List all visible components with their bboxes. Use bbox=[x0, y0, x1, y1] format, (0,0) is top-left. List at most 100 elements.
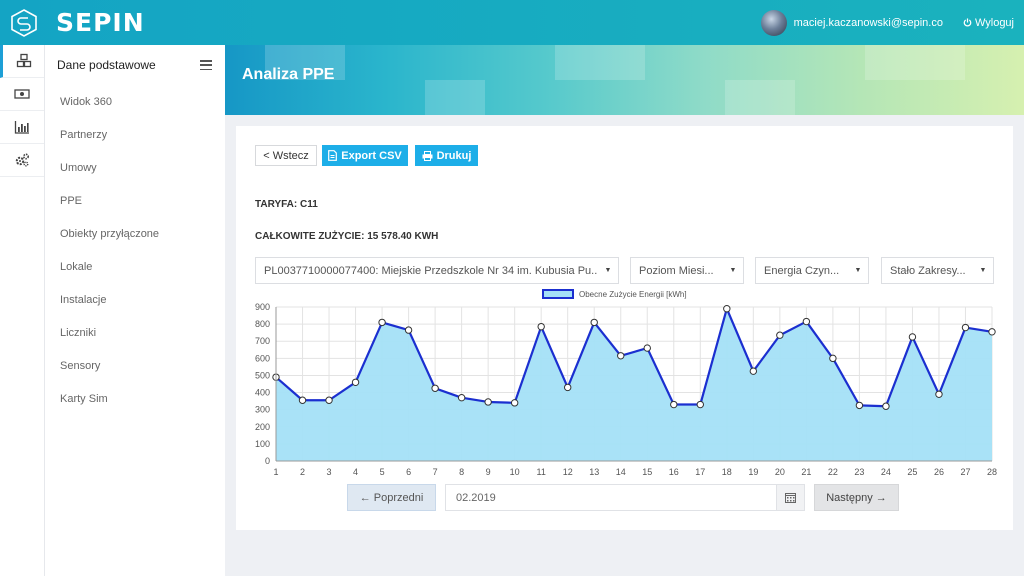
data-point bbox=[564, 383, 572, 392]
x-tick-label: 26 bbox=[934, 467, 944, 477]
x-tick-label: 28 bbox=[987, 467, 997, 477]
y-tick-label: 900 bbox=[255, 302, 270, 312]
data-point bbox=[908, 333, 917, 341]
caret-down-icon: ▼ bbox=[729, 267, 737, 274]
x-tick-label: 25 bbox=[907, 467, 917, 477]
x-tick-label: 20 bbox=[775, 467, 785, 477]
sidebar-title: Dane podstawowe bbox=[57, 58, 156, 72]
caret-down-icon: ▼ bbox=[604, 267, 612, 274]
y-tick-label: 600 bbox=[255, 353, 270, 363]
banner-tile bbox=[425, 80, 485, 115]
y-tick-label: 700 bbox=[255, 336, 270, 346]
sidebar-item-liczniki[interactable]: Liczniki bbox=[45, 316, 225, 349]
sidebar-item-sensory[interactable]: Sensory bbox=[45, 349, 225, 382]
page-title: Analiza PPE bbox=[242, 66, 335, 83]
y-tick-label: 400 bbox=[255, 388, 270, 398]
sidebar-item-ppe[interactable]: PPE bbox=[45, 184, 225, 217]
range-select-value: Stało Zakresy... bbox=[890, 264, 966, 277]
print-label: Drukuj bbox=[436, 149, 472, 162]
x-tick-label: 4 bbox=[353, 467, 358, 477]
y-tick-label: 0 bbox=[265, 456, 270, 466]
page-banner: Analiza PPE bbox=[225, 45, 1024, 115]
level-select[interactable]: Poziom Miesi... ▼ bbox=[630, 257, 744, 284]
data-point bbox=[617, 352, 625, 360]
sidebar-item-obiekty[interactable]: Obiekty przyłączone bbox=[45, 217, 225, 250]
x-tick-label: 5 bbox=[380, 467, 385, 477]
back-button[interactable]: < Wstecz bbox=[255, 145, 317, 166]
month-date-value: 02.2019 bbox=[456, 491, 496, 504]
y-tick-label: 100 bbox=[255, 439, 270, 449]
sidebar-item-umowy[interactable]: Umowy bbox=[45, 151, 225, 184]
x-tick-label: 19 bbox=[748, 467, 758, 477]
print-button[interactable]: Drukuj bbox=[415, 145, 478, 166]
sidebar-item-lokale[interactable]: Lokale bbox=[45, 250, 225, 283]
x-tick-label: 22 bbox=[828, 467, 838, 477]
data-point bbox=[961, 323, 970, 332]
avatar[interactable] bbox=[760, 9, 787, 36]
month-date-input[interactable]: 02.2019 bbox=[445, 484, 805, 511]
user-email[interactable]: maciej.kaczanowski@sepin.co bbox=[794, 17, 943, 29]
brand-name: SEPIN bbox=[56, 8, 145, 37]
export-csv-label: Export CSV bbox=[341, 149, 402, 162]
x-tick-label: 13 bbox=[589, 467, 599, 477]
sidebar-item-karty-sim[interactable]: Karty Sim bbox=[45, 382, 225, 415]
rail-item-structure[interactable] bbox=[0, 45, 44, 78]
logout-button[interactable]: Wyloguj bbox=[963, 17, 1014, 29]
x-tick-label: 8 bbox=[459, 467, 464, 477]
menu-icon[interactable] bbox=[200, 60, 212, 70]
banner-tile bbox=[865, 45, 965, 80]
x-tick-label: 21 bbox=[801, 467, 811, 477]
sidebar-item-widok-360[interactable]: Widok 360 bbox=[45, 85, 225, 118]
previous-button[interactable]: ← Poprzedni bbox=[347, 484, 436, 511]
sidebar-item-partnerzy[interactable]: Partnerzy bbox=[45, 118, 225, 151]
rail-item-settings[interactable] bbox=[0, 144, 44, 177]
series-area bbox=[276, 308, 992, 461]
cubes-icon bbox=[16, 53, 31, 68]
data-point bbox=[484, 398, 492, 406]
rail-item-reports[interactable] bbox=[0, 111, 44, 144]
x-tick-label: 3 bbox=[327, 467, 332, 477]
tariff-text: TARYFA: C11 bbox=[255, 199, 318, 210]
energy-select[interactable]: Energia Czyn... ▼ bbox=[755, 257, 869, 284]
data-point bbox=[404, 326, 413, 334]
energy-select-value: Energia Czyn... bbox=[764, 264, 840, 277]
banner-tile bbox=[725, 80, 795, 115]
data-point bbox=[510, 399, 519, 407]
y-tick-label: 200 bbox=[255, 422, 270, 432]
analysis-card: < Wstecz Export CSV Drukuj TARYFA: C11 C… bbox=[236, 126, 1013, 530]
sidebar-item-instalacje[interactable]: Instalacje bbox=[45, 283, 225, 316]
ppe-select-value: PL0037710000077400: Miejskie Przedszkole… bbox=[264, 264, 598, 277]
data-point bbox=[776, 331, 784, 339]
sidebar-list: Widok 360 Partnerzy Umowy PPE Obiekty pr… bbox=[45, 85, 225, 415]
range-select[interactable]: Stało Zakresy... ▼ bbox=[881, 257, 994, 284]
data-point bbox=[325, 396, 333, 404]
data-point bbox=[670, 400, 678, 409]
power-icon bbox=[963, 18, 972, 27]
data-point bbox=[351, 378, 360, 386]
x-tick-label: 2 bbox=[300, 467, 305, 477]
x-tick-label: 12 bbox=[563, 467, 573, 477]
ppe-select[interactable]: PL0037710000077400: Miejskie Przedszkole… bbox=[255, 257, 619, 284]
logout-label: Wyloguj bbox=[974, 16, 1014, 29]
x-tick-label: 10 bbox=[510, 467, 520, 477]
rail-item-finance[interactable] bbox=[0, 78, 44, 111]
caret-down-icon: ▼ bbox=[854, 267, 862, 274]
x-tick-label: 11 bbox=[537, 467, 546, 477]
export-csv-button[interactable]: Export CSV bbox=[322, 145, 408, 166]
icon-rail bbox=[0, 45, 45, 576]
data-point bbox=[723, 305, 731, 313]
data-point bbox=[988, 328, 996, 336]
x-tick-label: 24 bbox=[881, 467, 891, 477]
data-point bbox=[537, 322, 545, 331]
x-tick-label: 1 bbox=[273, 467, 278, 477]
data-point bbox=[696, 400, 704, 409]
data-point bbox=[457, 393, 466, 402]
x-tick-label: 14 bbox=[616, 467, 626, 477]
calendar-icon[interactable] bbox=[776, 485, 804, 510]
sidebar: Dane podstawowe Widok 360 Partnerzy Umow… bbox=[45, 45, 225, 576]
level-select-value: Poziom Miesi... bbox=[639, 264, 714, 277]
next-button[interactable]: Następny → bbox=[814, 484, 899, 511]
data-point bbox=[431, 384, 439, 392]
banner-tile bbox=[555, 45, 645, 80]
data-point bbox=[643, 344, 651, 352]
